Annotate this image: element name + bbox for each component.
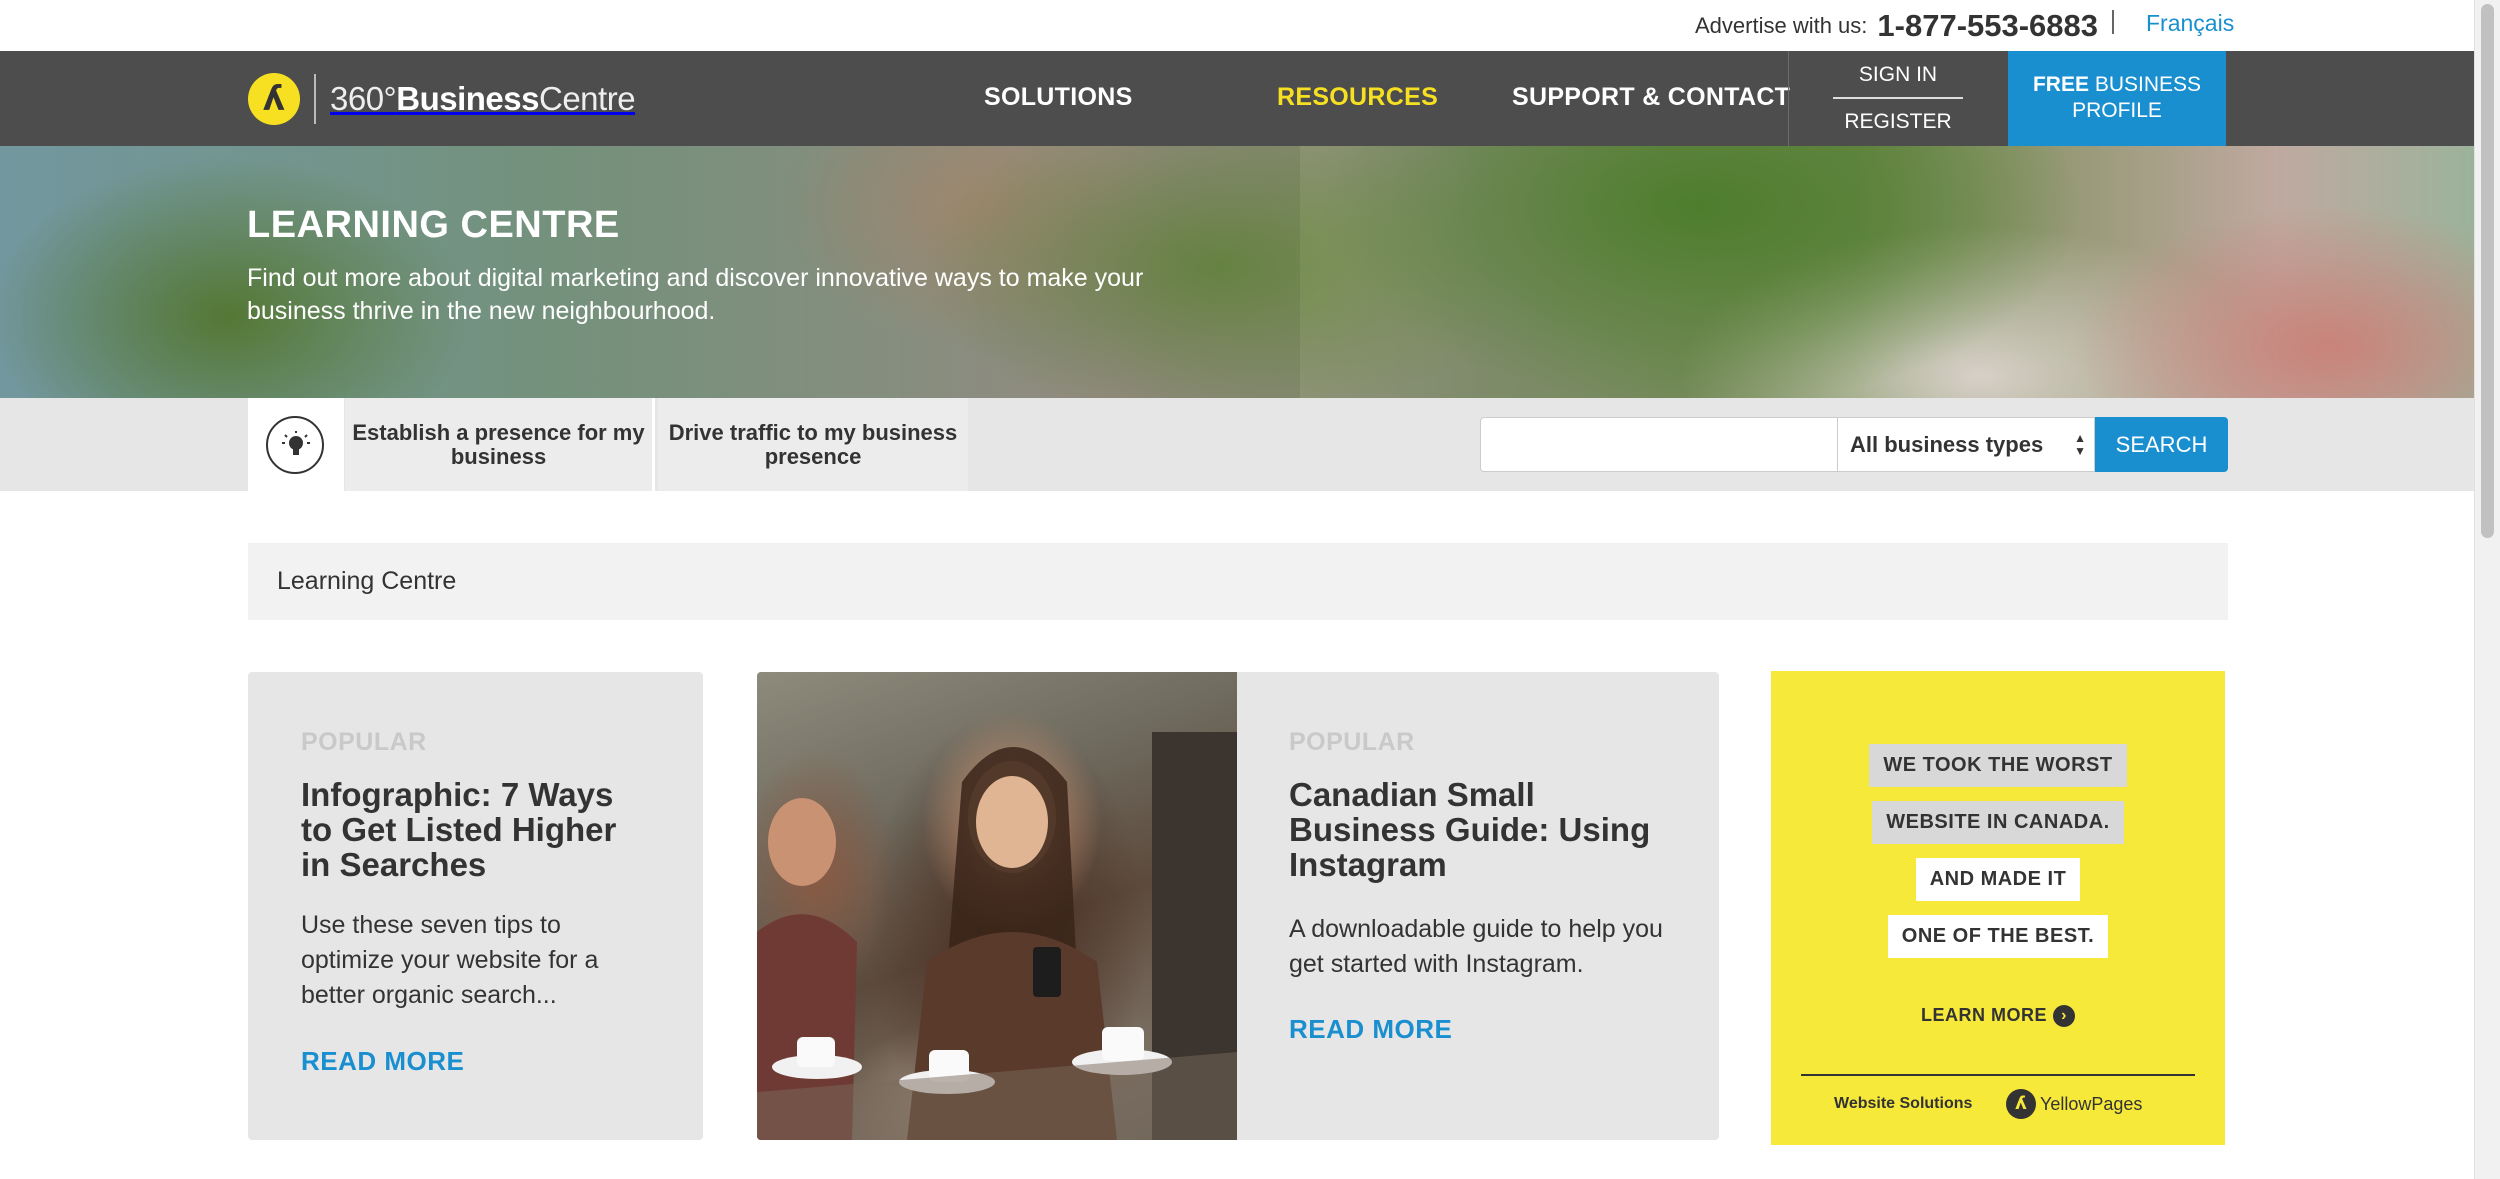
ad-footer-label: Website Solutions <box>1834 1095 1973 1112</box>
lightbulb-icon <box>266 416 324 474</box>
ad-line: WEBSITE IN CANADA. <box>1771 801 2225 844</box>
card-label: POPULAR <box>301 728 427 756</box>
free-business-profile-button[interactable]: FREE BUSINESS PROFILE <box>2008 51 2226 146</box>
sign-in-link[interactable]: SIGN IN <box>1789 63 2007 87</box>
hero-banner: LEARNING CENTRE Find out more about digi… <box>0 146 2474 398</box>
tab-all-topics[interactable] <box>248 398 344 491</box>
ad-learn-more[interactable]: LEARN MORE › <box>1771 1005 2225 1028</box>
ad-line: ONE OF THE BEST. <box>1771 915 2225 958</box>
chevron-right-circle-icon: › <box>2053 1005 2075 1028</box>
card-description: A downloadable guide to help you get sta… <box>1289 915 1663 978</box>
logo-text: 360°BusinessCentre <box>330 80 636 117</box>
ad-brand-name: YellowPages <box>2040 1093 2143 1114</box>
business-type-selected: All business types <box>1850 431 2044 457</box>
ad-divider <box>1801 1074 2195 1076</box>
yellow-pages-logo-icon: ʎ <box>2006 1089 2036 1119</box>
logo-divider <box>314 74 316 124</box>
nav-solutions[interactable]: SOLUTIONS <box>984 83 1133 112</box>
business-type-select[interactable]: All business types ▲ ▼ <box>1838 417 2095 472</box>
card-title[interactable]: Infographic: 7 Ways to Get Listed Higher… <box>301 777 651 882</box>
auth-divider <box>1833 97 1963 99</box>
nav-resources[interactable]: RESOURCES <box>1277 83 1438 112</box>
card-body: POPULAR Canadian Small Business Guide: U… <box>1289 728 1679 1045</box>
tab-establish-presence[interactable]: Establish a presence for my business <box>345 398 655 491</box>
article-card-featured: POPULAR Canadian Small Business Guide: U… <box>757 672 1719 1140</box>
advertisement-banner[interactable]: WE TOOK THE WORST WEBSITE IN CANADA. AND… <box>1771 671 2225 1145</box>
ad-line: WE TOOK THE WORST <box>1771 744 2225 787</box>
read-more-link[interactable]: READ MORE <box>301 1046 651 1077</box>
page-scrollbar[interactable] <box>2474 0 2500 1179</box>
site-logo[interactable]: ʎ 360°BusinessCentre <box>248 71 636 127</box>
read-more-link[interactable]: READ MORE <box>1289 1014 1679 1045</box>
breadcrumb-current: Learning Centre <box>277 567 457 595</box>
advertise-contact: Advertise with us: 1-877-553-6883 <box>1695 8 2098 44</box>
search-input[interactable] <box>1480 417 1838 472</box>
register-link[interactable]: REGISTER <box>1789 110 2007 134</box>
article-card: POPULAR Infographic: 7 Ways to Get Liste… <box>248 672 703 1140</box>
advertise-label: Advertise with us: <box>1695 13 1868 38</box>
auth-links: SIGN IN REGISTER <box>1788 51 2006 146</box>
card-description: Use these seven tips to optimize your we… <box>301 911 599 1009</box>
ad-line: AND MADE IT <box>1771 858 2225 901</box>
utility-divider <box>2112 10 2114 34</box>
tab-drive-traffic[interactable]: Drive traffic to my business presence <box>658 398 968 491</box>
main-nav: ʎ 360°BusinessCentre SOLUTIONS RESOURCES… <box>0 51 2474 146</box>
ad-brand: ʎ YellowPages <box>2006 1089 2142 1119</box>
scrollbar-thumb[interactable] <box>2481 4 2494 538</box>
filter-bar: Establish a presence for my business Dri… <box>0 398 2474 491</box>
card-title[interactable]: Canadian Small Business Guide: Using Ins… <box>1289 777 1679 882</box>
utility-bar: Advertise with us: 1-877-553-6883 França… <box>0 0 2474 51</box>
breadcrumb: Learning Centre <box>248 543 2228 620</box>
card-label: POPULAR <box>1289 728 1415 756</box>
article-image[interactable] <box>757 672 1237 1140</box>
nav-support-contact[interactable]: SUPPORT & CONTACT <box>1512 83 1790 112</box>
yellow-pages-logo-icon: ʎ <box>248 73 300 125</box>
language-link[interactable]: Français <box>2146 10 2234 37</box>
page-title: LEARNING CENTRE <box>247 204 620 246</box>
search-button[interactable]: SEARCH <box>2095 417 2228 472</box>
select-arrows-icon: ▲ ▼ <box>2074 431 2086 458</box>
phone-number[interactable]: 1-877-553-6883 <box>1877 8 2098 44</box>
hero-subtitle: Find out more about digital marketing an… <box>247 264 1144 325</box>
